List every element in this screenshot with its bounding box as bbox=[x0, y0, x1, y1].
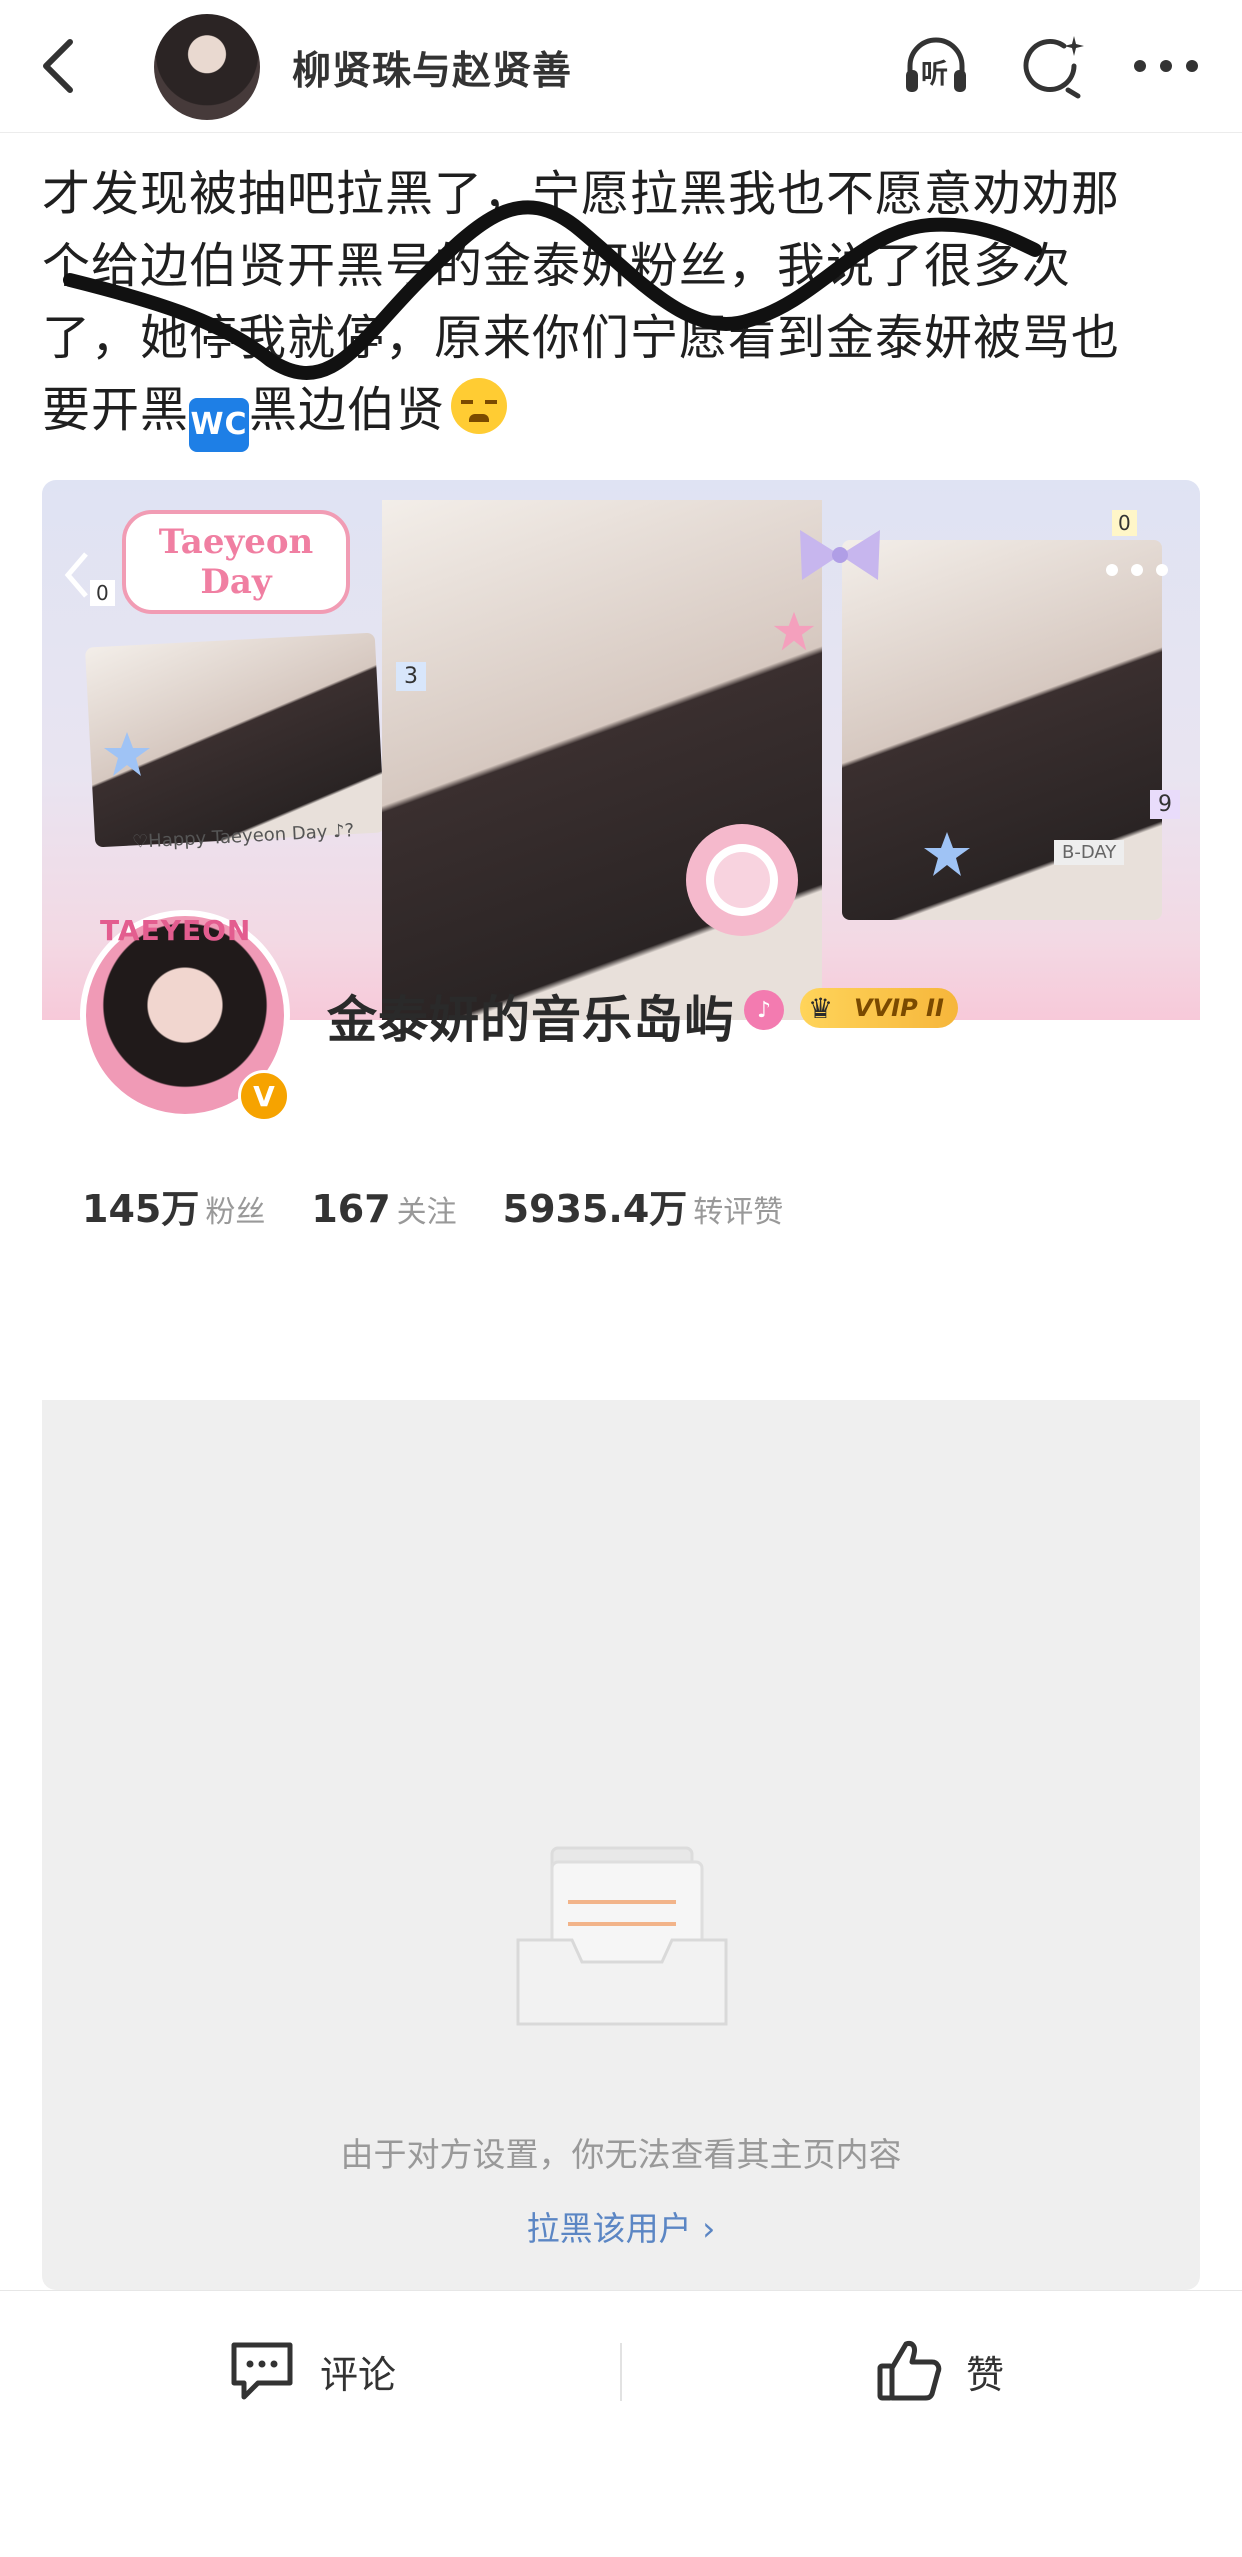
chevron-left-icon[interactable] bbox=[62, 550, 92, 600]
vip-label: VVIP II bbox=[854, 994, 944, 1022]
comment-icon bbox=[231, 2342, 293, 2400]
star-icon bbox=[924, 832, 970, 876]
like-label: 赞 bbox=[966, 2352, 1005, 2397]
post-line-part: 要开黑 bbox=[42, 382, 190, 438]
music-badge-icon: ♪ bbox=[744, 990, 784, 1030]
banner-number: 9 bbox=[1150, 790, 1180, 819]
vip-badge[interactable]: ♛ VVIP II bbox=[800, 988, 958, 1028]
verified-badge-icon: V bbox=[238, 1070, 290, 1122]
listen-label: 听 bbox=[921, 59, 948, 90]
page-title[interactable]: 柳贤珠与赵贤善 bbox=[292, 40, 572, 96]
refresh-sparkle-icon bbox=[1023, 36, 1084, 99]
back-button[interactable] bbox=[22, 30, 94, 102]
empty-inbox-icon bbox=[516, 1846, 728, 2026]
like-button[interactable]: 赞 bbox=[876, 2331, 1004, 2411]
post-line: 了，她停我就停，原来你们宁愿看到金泰妍被骂也 bbox=[42, 310, 1121, 366]
blocked-content-area: 由于对方设置，你无法查看其主页内容 拉黑该用户 › bbox=[42, 1400, 1200, 2290]
divider bbox=[620, 2343, 622, 2401]
crying-face-icon bbox=[451, 378, 508, 434]
post-line-part: 黑边伯贤 bbox=[249, 382, 446, 438]
listen-button[interactable]: 听 bbox=[900, 30, 972, 102]
bow-icon bbox=[800, 530, 880, 580]
avatar-overlay-text: TAEYEON bbox=[100, 914, 252, 947]
post-line: 个给边伯贤开黑号的金泰妍粉丝，我说了很多次 bbox=[42, 238, 1072, 294]
post-line: 要开黑WC黑边伯贤 bbox=[42, 374, 1202, 452]
block-user-link[interactable]: 拉黑该用户 › bbox=[42, 2202, 1200, 2250]
banner-number: 3 bbox=[396, 662, 426, 691]
crown-icon: ♛ bbox=[808, 992, 834, 1025]
comment-label: 评论 bbox=[320, 2352, 397, 2397]
comment-button[interactable]: 评论 bbox=[228, 2331, 396, 2411]
stat-interactions[interactable]: 5935.4万 转评赞 bbox=[503, 1178, 784, 1233]
profile-header: TAEYEON V 金泰妍的音乐岛屿 ♪ ♛ VVIP II 145万 粉丝 16… bbox=[42, 910, 1200, 1231]
more-dots-icon bbox=[1134, 60, 1198, 72]
top-bar: 柳贤珠与赵贤善 听 bbox=[0, 0, 1242, 133]
banner-number: 0 bbox=[1112, 510, 1137, 536]
chevron-left-icon bbox=[43, 39, 73, 93]
more-dots-icon[interactable] bbox=[1102, 560, 1172, 580]
stat-following[interactable]: 167 关注 bbox=[311, 1187, 456, 1231]
star-icon bbox=[773, 611, 815, 651]
more-button[interactable] bbox=[1130, 30, 1202, 102]
wc-emoji-icon: WC bbox=[189, 398, 250, 452]
post-text: 才发现被抽吧拉黑了，宁愿拉黑我也不愿意劝劝那 个给边伯贤开黑号的金泰妍粉丝，我说… bbox=[42, 158, 1202, 452]
profile-screenshot-card[interactable]: Taeyeon Day ♡Happy Taeyeon Day ♪? B-DAY … bbox=[42, 480, 1200, 2290]
profile-stats: 145万 粉丝 167 关注 5935.4万 转评赞 bbox=[82, 1178, 783, 1233]
banner-tag: B-DAY bbox=[1054, 840, 1125, 865]
post-line: 才发现被抽吧拉黑了，宁愿拉黑我也不愿意劝劝那 bbox=[42, 166, 1121, 222]
blocked-message: 由于对方设置，你无法查看其主页内容 bbox=[340, 2135, 902, 2174]
repost-button[interactable] bbox=[1016, 30, 1088, 102]
banner-number: 0 bbox=[90, 580, 115, 606]
stat-followers[interactable]: 145万 粉丝 bbox=[82, 1178, 265, 1233]
star-icon bbox=[104, 732, 150, 776]
banner-title: Taeyeon Day bbox=[122, 510, 350, 614]
avatar[interactable] bbox=[154, 14, 260, 120]
thumbs-up-icon bbox=[877, 2341, 942, 2401]
profile-name[interactable]: 金泰妍的音乐岛屿 bbox=[327, 980, 735, 1052]
bottom-action-bar: 评论 赞 bbox=[0, 2290, 1242, 2557]
